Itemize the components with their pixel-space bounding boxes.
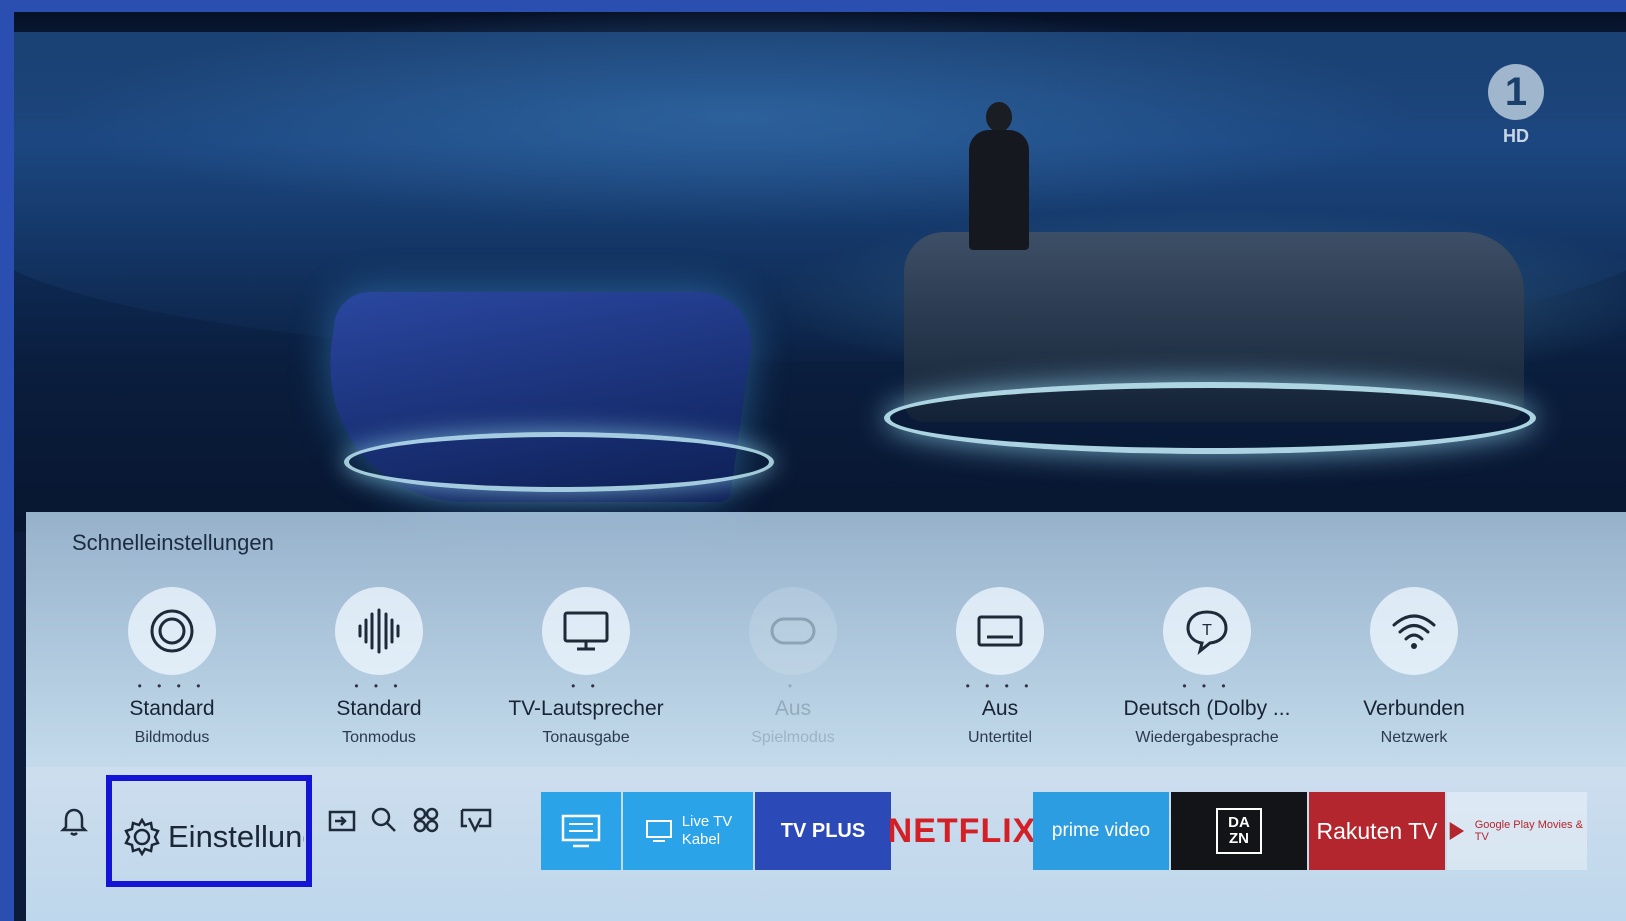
option-dots: • •	[571, 679, 601, 693]
setting-label: Tonmodus	[342, 729, 416, 746]
setting-value: Standard	[129, 697, 215, 720]
gear-icon	[122, 817, 162, 857]
search-icon[interactable]	[364, 805, 404, 845]
hd-badge: HD	[1503, 126, 1529, 146]
channel-logo-icon: 1	[1488, 64, 1544, 120]
quick-settings-panel: Schnelleinstellungen • • • • Standard Bi…	[26, 512, 1626, 767]
tv-guide-icon	[561, 814, 601, 848]
google-play-label: Google Play Movies & TV	[1474, 819, 1583, 843]
sound-mode-icon	[335, 587, 423, 675]
apps-grid-icon[interactable]	[406, 805, 446, 845]
setting-label: Bildmodus	[134, 729, 210, 746]
live-tv-sublabel: Kabel	[681, 831, 721, 848]
setting-value: Verbunden	[1363, 697, 1465, 720]
live-tv-label: Live TV	[681, 813, 733, 830]
dazn-logo: DA ZN	[1216, 808, 1262, 854]
svg-text:T: T	[1202, 622, 1212, 639]
app-tile-rakuten-tv[interactable]: Rakuten TV	[1309, 792, 1445, 870]
app-tile-guide[interactable]	[541, 792, 621, 870]
picture-mode-icon	[128, 587, 216, 675]
tv-screen: 1 HD Schnelleinstellungen • • • • Standa…	[14, 12, 1626, 921]
wifi-icon	[1370, 587, 1458, 675]
quick-setting-network[interactable]: Verbunden Netzwerk	[1314, 587, 1514, 747]
option-dots: •	[787, 679, 799, 693]
option-dots: • • • •	[137, 679, 207, 693]
quick-settings-title: Schnelleinstellungen	[72, 530, 274, 555]
quick-settings-row: • • • • Standard Bildmodus • • • Standar…	[26, 587, 1626, 757]
quick-setting-game-mode: • Aus Spielmodus	[693, 587, 893, 747]
setting-value: Standard	[336, 697, 422, 720]
channel-logo: 1 HD	[1486, 64, 1546, 159]
setting-value: Aus	[981, 697, 1019, 720]
ambient-mode-icon[interactable]	[456, 805, 496, 845]
quick-setting-sound-output[interactable]: • • TV-Lautsprecher Tonausgabe	[486, 587, 686, 747]
notification-bell-icon[interactable]	[54, 805, 94, 845]
quick-setting-sound-mode[interactable]: • • • Standard Tonmodus	[279, 587, 479, 747]
gamepad-icon	[749, 587, 837, 675]
app-tile-google-play[interactable]: Google Play Movies & TV	[1447, 792, 1587, 870]
app-tile-netflix[interactable]: NETFLIX	[888, 792, 1036, 870]
tv-icon	[645, 820, 672, 842]
setting-label: Wiedergabesprache	[1135, 729, 1279, 746]
setting-label: Spielmodus	[751, 729, 835, 746]
option-dots: • • • •	[965, 679, 1035, 693]
setting-label: Tonausgabe	[542, 729, 630, 746]
settings-button[interactable]: Einstellungen	[106, 775, 312, 887]
speech-bubble-icon: T	[1163, 587, 1251, 675]
studio-glow-left	[344, 432, 774, 492]
studio-glow-right	[884, 382, 1536, 454]
app-tile-live-tv[interactable]: Live TV Kabel	[623, 792, 753, 870]
quick-setting-audio-language[interactable]: T • • • Deutsch (Dolby ... Wiedergabespr…	[1107, 587, 1307, 747]
setting-value: Deutsch (Dolby ...	[1123, 697, 1291, 720]
quick-setting-subtitles[interactable]: • • • • Aus Untertitel	[900, 587, 1100, 747]
google-play-icon	[1449, 822, 1465, 840]
option-dots: • • •	[1182, 679, 1232, 693]
setting-label: Untertitel	[967, 729, 1033, 746]
option-dots	[1314, 679, 1514, 693]
setting-value: Aus	[774, 697, 812, 720]
app-tile-prime-video[interactable]: prime video	[1033, 792, 1169, 870]
settings-label: Einstellungen	[168, 819, 304, 854]
setting-label: Netzwerk	[1380, 729, 1448, 746]
quick-setting-picture-mode[interactable]: • • • • Standard Bildmodus	[72, 587, 272, 747]
app-tile-tv-plus[interactable]: TV PLUS	[755, 792, 891, 870]
smart-hub-bar: Einstellungen Live TV Kabel TV	[26, 767, 1626, 921]
subtitle-icon	[956, 587, 1044, 675]
broadcast-video: 1 HD	[14, 12, 1626, 532]
setting-value: TV-Lautsprecher	[508, 697, 664, 720]
tv-icon	[542, 587, 630, 675]
source-input-icon[interactable]	[322, 805, 362, 845]
news-anchor	[964, 102, 1034, 252]
app-tile-dazn[interactable]: DA ZN	[1171, 792, 1307, 870]
option-dots: • • •	[354, 679, 404, 693]
